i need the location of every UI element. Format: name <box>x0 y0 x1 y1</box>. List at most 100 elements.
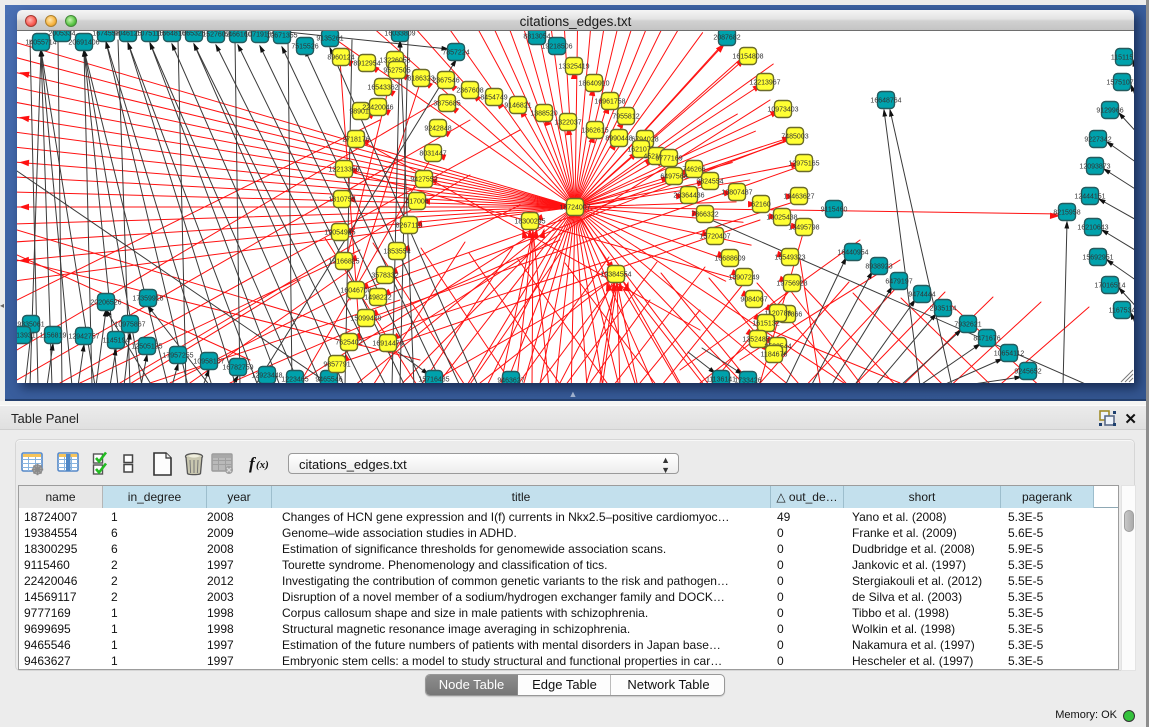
svg-text:8186323: 8186323 <box>407 76 434 83</box>
svg-text:7857224: 7857224 <box>442 50 469 57</box>
svg-text:3875685: 3875685 <box>433 101 460 108</box>
svg-text:9463627: 9463627 <box>497 378 524 384</box>
svg-text:19054985: 19054985 <box>324 230 355 237</box>
svg-text:9527505: 9527505 <box>383 68 410 75</box>
svg-text:16549323: 16549323 <box>774 255 805 262</box>
svg-text:20691406: 20691406 <box>68 40 99 47</box>
svg-text:13495798: 13495798 <box>788 225 819 232</box>
svg-text:10958107: 10958107 <box>193 359 224 366</box>
svg-text:2005334: 2005334 <box>48 31 75 38</box>
svg-text:17016514: 17016514 <box>1094 283 1125 290</box>
svg-text:16914479: 16914479 <box>372 341 403 348</box>
svg-text:10975867: 10975867 <box>114 322 145 329</box>
svg-text:2718176: 2718176 <box>342 137 369 144</box>
svg-text:15751074: 15751074 <box>1106 80 1134 87</box>
svg-text:19756928: 19756928 <box>776 281 807 288</box>
svg-text:12923448: 12923448 <box>251 373 282 380</box>
svg-text:9115460: 9115460 <box>821 207 848 214</box>
svg-text:1362615: 1362615 <box>581 128 608 135</box>
svg-text:16210643: 16210643 <box>1077 225 1108 232</box>
svg-text:3824554: 3824554 <box>696 179 723 186</box>
svg-text:15716485: 15716485 <box>418 377 449 384</box>
svg-text:10654112: 10654112 <box>994 351 1025 358</box>
svg-text:20364436: 20364436 <box>673 193 704 200</box>
svg-text:9245652: 9245652 <box>1014 369 1041 376</box>
svg-text:9227342: 9227342 <box>1084 137 1111 144</box>
svg-text:1145194: 1145194 <box>103 338 130 345</box>
svg-text:17957255: 17957255 <box>162 353 193 360</box>
svg-text:8813054: 8813054 <box>523 34 550 41</box>
svg-text:12505135: 12505135 <box>131 344 162 351</box>
svg-text:8454749: 8454749 <box>480 95 507 102</box>
svg-text:18724007: 18724007 <box>559 205 590 212</box>
svg-text:7485003: 7485003 <box>781 134 808 141</box>
svg-text:12213967: 12213967 <box>749 80 780 87</box>
svg-text:16154808: 16154808 <box>732 54 763 61</box>
svg-text:16961758: 16961758 <box>594 99 625 106</box>
svg-text:8990448: 8990448 <box>605 136 632 143</box>
svg-text:2935114: 2935114 <box>930 306 957 313</box>
svg-text:9242848: 9242848 <box>424 126 451 133</box>
svg-text:6497568: 6497568 <box>660 174 687 181</box>
svg-text:10807487: 10807487 <box>721 190 752 197</box>
svg-text:19166825: 19166825 <box>328 259 359 266</box>
svg-text:2087682: 2087682 <box>713 35 740 42</box>
svg-text:19218506: 19218506 <box>541 44 572 51</box>
svg-text:1810755: 1810755 <box>328 197 355 204</box>
svg-text:10688609: 10688609 <box>714 256 745 263</box>
svg-text:7866322: 7866322 <box>691 212 718 219</box>
svg-text:22420046: 22420046 <box>362 105 393 112</box>
svg-text:8912954: 8912954 <box>353 61 380 68</box>
svg-text:1184676: 1184676 <box>761 352 788 359</box>
svg-text:8215958: 8215958 <box>1053 210 1080 217</box>
svg-text:9857791: 9857791 <box>323 362 350 369</box>
svg-text:12213369: 12213369 <box>328 167 359 174</box>
svg-text:7515526: 7515526 <box>291 44 318 51</box>
svg-text:20206526: 20206526 <box>90 300 121 307</box>
svg-text:1322037: 1322037 <box>554 120 581 127</box>
svg-text:13325419: 13325419 <box>558 64 589 71</box>
svg-text:62160: 62160 <box>751 202 771 209</box>
svg-text:15692951: 15692951 <box>1082 255 1113 262</box>
svg-text:19384554: 19384554 <box>600 272 631 279</box>
svg-text:14055714: 14055714 <box>25 40 56 47</box>
svg-text:1167534: 1167534 <box>1109 308 1134 315</box>
svg-text:18640910: 18640910 <box>578 81 609 88</box>
svg-text:7955812: 7955812 <box>612 114 639 121</box>
svg-text:12975165: 12975165 <box>788 161 819 168</box>
svg-text:15099489: 15099489 <box>350 316 381 323</box>
svg-text:8938923: 8938923 <box>865 264 892 271</box>
svg-text:18907249: 18907249 <box>728 275 759 282</box>
svg-text:7625402: 7625402 <box>335 340 362 347</box>
svg-text:10671355: 10671355 <box>266 33 297 40</box>
svg-text:746266: 746266 <box>682 167 705 174</box>
svg-text:9474444: 9474444 <box>908 292 935 299</box>
svg-text:16782759: 16782759 <box>222 365 253 372</box>
svg-text:9146821: 9146821 <box>504 103 531 110</box>
svg-text:12444151: 12444151 <box>1074 194 1105 201</box>
svg-text:17359918: 17359918 <box>132 296 163 303</box>
svg-text:16440954: 16440954 <box>837 250 868 257</box>
svg-text:2367546: 2367546 <box>432 78 459 85</box>
svg-text:10973403: 10973403 <box>767 107 798 114</box>
svg-text:19463627: 19463627 <box>783 194 814 201</box>
svg-text:1156819: 1156819 <box>40 333 67 340</box>
svg-text:12093873: 12093873 <box>1079 164 1110 171</box>
svg-text:16033809: 16033809 <box>384 31 415 38</box>
svg-text:9129966: 9129966 <box>1096 108 1123 115</box>
svg-text:12942757: 12942757 <box>68 334 99 341</box>
svg-text:(x): (x) <box>256 459 269 471</box>
svg-text:1223465: 1223465 <box>281 377 308 384</box>
svg-text:8471676: 8471676 <box>973 336 1000 343</box>
svg-text:9465546: 9465546 <box>315 377 342 384</box>
svg-text:18300295: 18300295 <box>514 219 545 226</box>
svg-text:3913931: 3913931 <box>17 333 36 340</box>
svg-text:1615132: 1615132 <box>752 321 779 328</box>
svg-text:9777169: 9777169 <box>655 156 682 163</box>
svg-text:1151151: 1151151 <box>1111 55 1134 62</box>
svg-text:8960124: 8960124 <box>327 55 354 62</box>
svg-text:16046708: 16046708 <box>340 288 371 295</box>
svg-text:16543362: 16543362 <box>367 85 398 92</box>
svg-text:9135261: 9135261 <box>316 36 343 43</box>
svg-text:9427552: 9427552 <box>410 177 437 184</box>
